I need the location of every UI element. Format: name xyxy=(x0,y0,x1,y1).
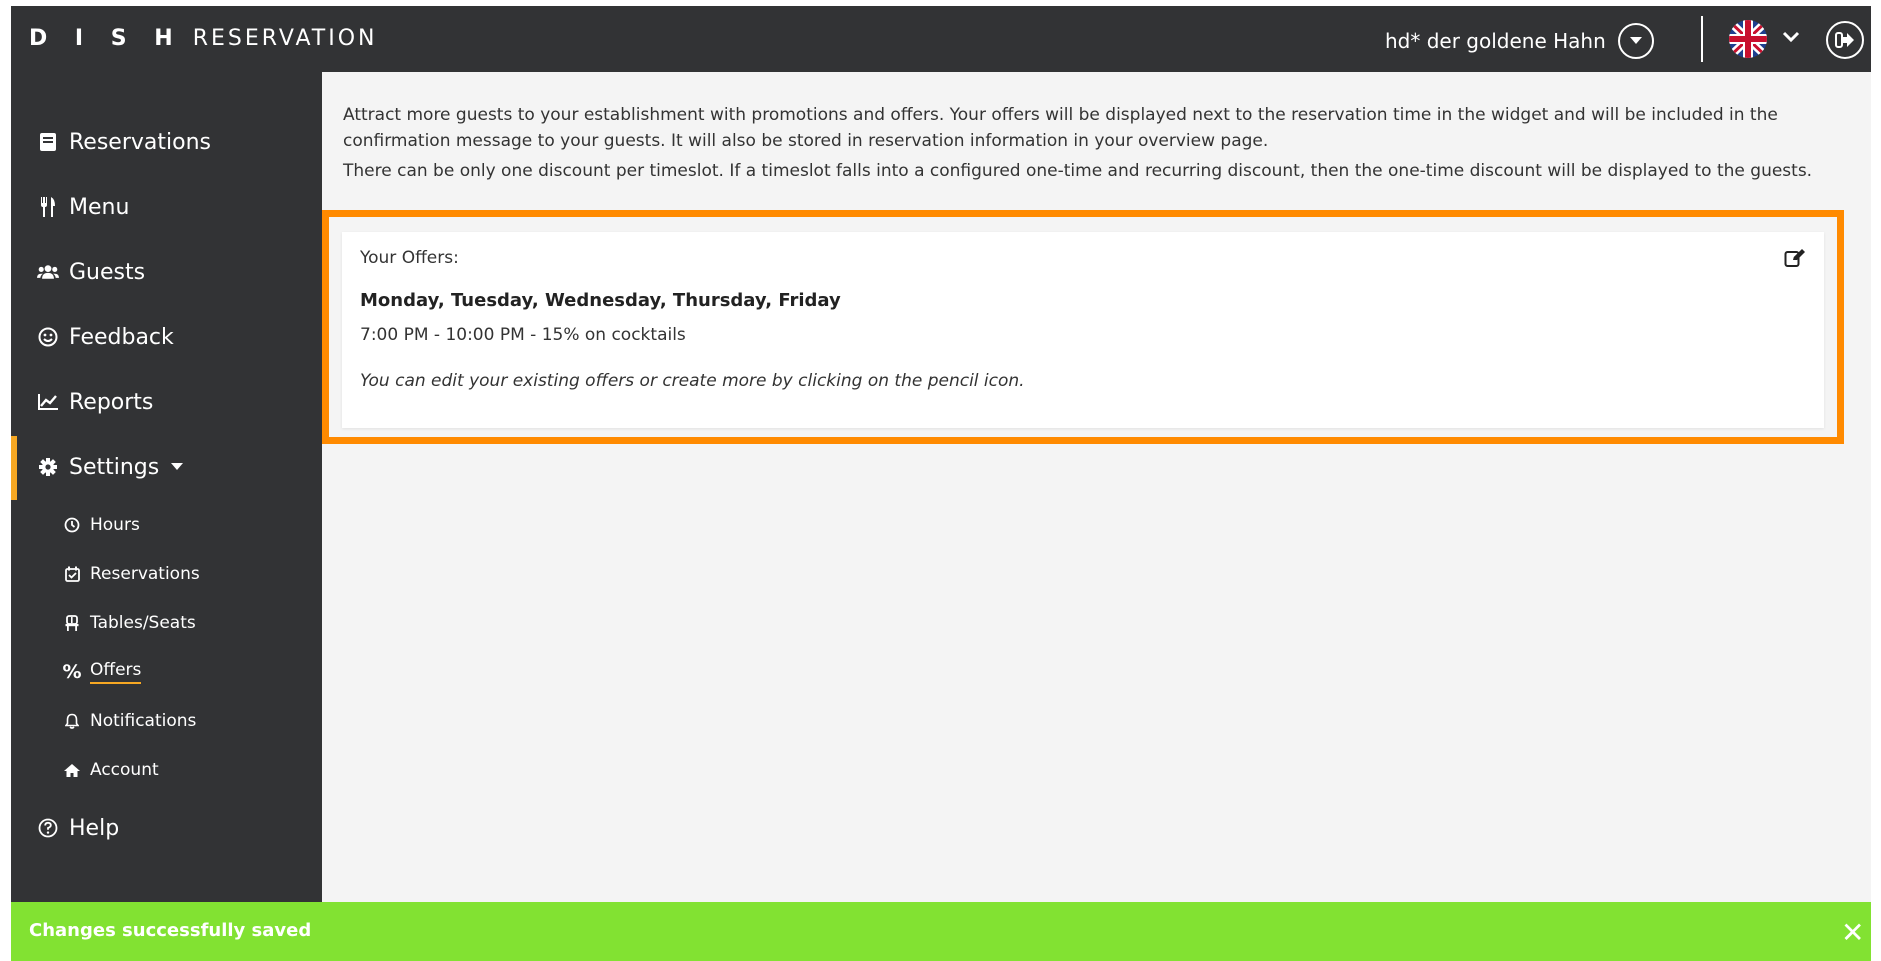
success-toast: Changes successfully saved ✕ xyxy=(11,902,1871,961)
sidebar-item-reservations[interactable]: Reservations xyxy=(37,122,211,162)
language-chevron-down-icon[interactable] xyxy=(1782,28,1800,50)
sidebar-item-label: Help xyxy=(69,815,120,841)
sidebar-subitem-reservations[interactable]: Reservations xyxy=(63,559,200,589)
brand-rest: RESERVATION xyxy=(192,26,378,51)
subitem-label: Reservations xyxy=(90,564,200,584)
brand-logo[interactable]: D I S H RESERVATION xyxy=(29,26,378,51)
top-bar: D I S H RESERVATION hd* der goldene Hahn xyxy=(11,6,1871,72)
subitem-label: Offers xyxy=(90,660,142,684)
restaurant-name: hd* der goldene Hahn xyxy=(1385,29,1606,53)
uk-flag-icon[interactable] xyxy=(1728,20,1768,62)
question-circle-icon xyxy=(37,817,59,839)
sidebar-item-label: Feedback xyxy=(69,324,174,350)
sidebar-item-help[interactable]: Help xyxy=(37,808,119,848)
sidebar-item-label: Guests xyxy=(69,259,146,285)
bell-icon xyxy=(63,712,81,730)
smile-icon xyxy=(37,326,59,348)
sidebar-item-label: Reports xyxy=(69,389,154,415)
app-frame: D I S H RESERVATION hd* der goldene Hahn xyxy=(11,6,1871,961)
account-dropdown-button[interactable] xyxy=(1617,23,1654,59)
header-divider xyxy=(1701,16,1703,62)
logout-button[interactable] xyxy=(1826,21,1864,59)
toast-close-icon[interactable]: ✕ xyxy=(1841,916,1864,949)
percent-icon: % xyxy=(62,661,82,683)
home-icon xyxy=(63,761,81,779)
edit-pencil-icon[interactable] xyxy=(1784,248,1806,272)
utensils-icon xyxy=(37,196,59,218)
users-icon xyxy=(37,261,59,283)
account-selector[interactable]: hd* der goldene Hahn xyxy=(1385,23,1654,59)
offer-detail: 7:00 PM - 10:00 PM - 15% on cocktails xyxy=(360,325,686,345)
chart-icon xyxy=(37,391,59,413)
clock-icon xyxy=(63,516,81,534)
active-indicator xyxy=(11,436,17,500)
caret-down-icon xyxy=(171,463,184,470)
sidebar-item-menu[interactable]: Menu xyxy=(37,187,129,227)
sidebar-item-label: Settings xyxy=(69,454,160,480)
sidebar-subitem-offers[interactable]: % Offers xyxy=(62,657,142,687)
book-icon xyxy=(37,131,59,153)
sidebar-subitem-tables-seats[interactable]: Tables/Seats xyxy=(63,608,196,638)
subitem-label: Tables/Seats xyxy=(90,613,196,633)
sidebar-subitem-notifications[interactable]: Notifications xyxy=(63,706,196,736)
sidebar-item-feedback[interactable]: Feedback xyxy=(37,317,174,357)
main-content: Attract more guests to your establishmen… xyxy=(322,72,1871,912)
intro-paragraph-1: Attract more guests to your establishmen… xyxy=(343,105,1778,151)
sidebar-subitem-hours[interactable]: Hours xyxy=(63,510,140,540)
sidebar-subitem-account[interactable]: Account xyxy=(63,755,159,785)
gear-icon xyxy=(37,456,59,478)
subitem-label: Account xyxy=(90,760,159,780)
sidebar-item-guests[interactable]: Guests xyxy=(37,252,145,292)
chair-icon xyxy=(63,614,81,632)
subitem-label: Hours xyxy=(90,515,140,535)
sidebar: Reservations Menu Guests Feedback Report xyxy=(11,72,322,912)
subitem-label: Notifications xyxy=(90,711,197,731)
intro-text: Attract more guests to your establishmen… xyxy=(343,102,1843,188)
sidebar-item-label: Reservations xyxy=(69,129,211,155)
calendar-check-icon xyxy=(63,565,81,583)
toast-message: Changes successfully saved xyxy=(29,920,312,941)
caret-down-icon xyxy=(1629,37,1642,44)
offers-note: You can edit your existing offers or cre… xyxy=(360,371,1025,391)
sidebar-item-settings[interactable]: Settings xyxy=(37,447,184,487)
offers-card: Your Offers: Monday, Tuesday, Wednesday,… xyxy=(342,232,1824,428)
logout-icon xyxy=(1835,32,1854,48)
offer-days: Monday, Tuesday, Wednesday, Thursday, Fr… xyxy=(360,290,841,311)
brand-bold: D I S H xyxy=(29,26,183,51)
offers-title: Your Offers: xyxy=(360,248,459,268)
sidebar-item-reports[interactable]: Reports xyxy=(37,382,153,422)
intro-paragraph-2: There can be only one discount per times… xyxy=(343,161,1813,181)
sidebar-item-label: Menu xyxy=(69,194,130,220)
